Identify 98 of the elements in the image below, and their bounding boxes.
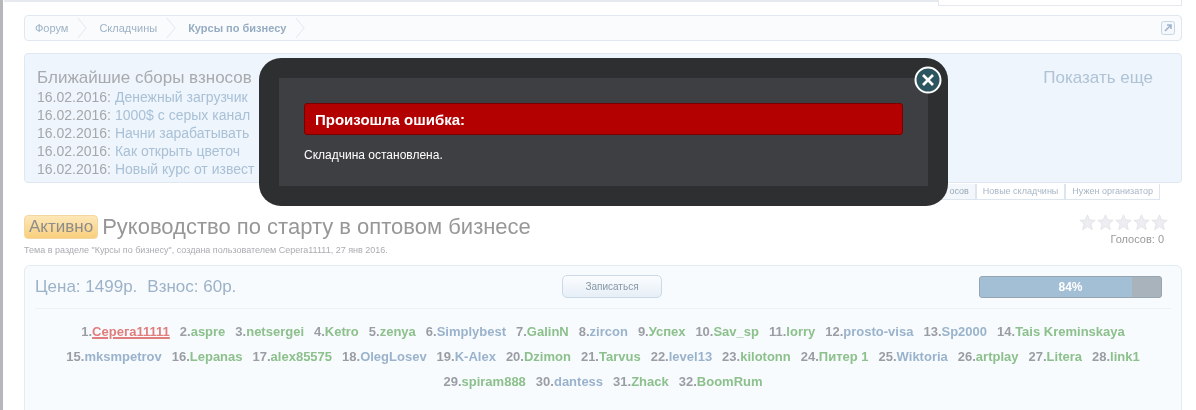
member-link[interactable]: link1: [1110, 349, 1140, 364]
course-link[interactable]: Как открыть цветоч: [114, 143, 241, 159]
member-link[interactable]: aspre: [190, 324, 226, 339]
list-number: 17.: [252, 349, 271, 364]
member-link[interactable]: K-Alex: [454, 349, 496, 364]
list-number: 23.: [722, 349, 741, 364]
list-number: 10.: [695, 324, 714, 339]
list-number: 9.: [637, 324, 649, 339]
course-link[interactable]: 1000$ с серых канал: [114, 107, 251, 123]
member-link[interactable]: netsergei: [246, 324, 304, 339]
list-number: 1.: [81, 324, 93, 339]
member-link[interactable]: level13: [668, 349, 713, 364]
member-link[interactable]: Tarvus: [599, 349, 641, 364]
member-link[interactable]: alex85575: [270, 349, 333, 364]
course-link[interactable]: Начни зарабатывать: [114, 125, 250, 141]
list-number: 2.: [179, 324, 191, 339]
votes-count: Голосов: 0: [1110, 233, 1165, 245]
list-number: 19.: [436, 349, 455, 364]
tab[interactable]: Нужен организатор: [1065, 184, 1160, 200]
list-number: 31.: [613, 374, 632, 389]
list-number: 8.: [578, 324, 590, 339]
list-number: 21.: [580, 349, 599, 364]
member-link[interactable]: Simplybest: [436, 324, 506, 339]
member-link[interactable]: Sp2000: [941, 324, 988, 339]
list-number: 32.: [678, 374, 697, 389]
status-badge: Активно: [24, 215, 99, 239]
list-number: 16.: [171, 349, 190, 364]
star-icon[interactable]: [1151, 214, 1168, 231]
list-number: 25.: [878, 349, 897, 364]
breadcrumb-link[interactable]: Складчины: [99, 22, 167, 34]
course-link[interactable]: Новый курс от извест: [114, 161, 255, 177]
error-heading: Произошла ошибка:: [315, 110, 466, 128]
member-link[interactable]: artplay: [975, 349, 1019, 364]
list-number: 27.: [1028, 349, 1047, 364]
member-link[interactable]: prosto-visa: [843, 324, 914, 339]
member-link[interactable]: Litera: [1046, 349, 1082, 364]
date-text: 16.02.2016:: [37, 89, 111, 105]
member-link[interactable]: OlegLosev: [360, 349, 427, 364]
date-text: 16.02.2016:: [37, 125, 111, 141]
member-link[interactable]: zenya: [379, 324, 416, 339]
list-number: 3.: [235, 324, 247, 339]
thread-title: Руководство по старту в оптовом бизнесе: [102, 214, 531, 240]
expand-icon[interactable]: [1161, 21, 1175, 35]
list-number: 11.: [769, 324, 787, 339]
list-number: 26.: [957, 349, 976, 364]
list-number: 20.: [505, 349, 524, 364]
breadcrumb-link[interactable]: Форум: [35, 22, 78, 34]
fee-text: Взнос: 60р.: [147, 277, 237, 297]
date-text: 16.02.2016:: [37, 143, 111, 159]
panel-heading: Ближайшие сборы взносов: [37, 68, 253, 88]
list-number: 5.: [368, 324, 380, 339]
member-link[interactable]: BoomRum: [696, 374, 763, 389]
list-number: 14.: [997, 324, 1016, 339]
list-number: 18.: [342, 349, 361, 364]
list-number: 4.: [314, 324, 325, 339]
thread-meta: Тема в разделе "Курсы по бизнесу", создана пользователем Серега11111, 27 янв 2016.: [24, 245, 389, 255]
list-number: 29.: [443, 374, 462, 389]
date-text: 16.02.2016:: [37, 107, 111, 123]
member-link[interactable]: Серега11111: [92, 324, 170, 339]
member-link[interactable]: Lepanas: [189, 349, 243, 364]
member-link[interactable]: kilotonn: [740, 349, 791, 364]
close-icon[interactable]: [914, 66, 942, 94]
list-number: 7.: [516, 324, 527, 339]
list-number: 15.: [66, 349, 85, 364]
member-link[interactable]: mksmpetrov: [84, 349, 162, 364]
list-number: 24.: [800, 349, 819, 364]
member-link[interactable]: lorry: [786, 324, 816, 339]
breadcrumb-link[interactable]: Курсы по бизнесу: [188, 22, 296, 34]
member-link[interactable]: spiram888: [461, 374, 526, 389]
member-link[interactable]: Tais Kreminskaya: [1015, 324, 1125, 339]
member-link[interactable]: Dzimon: [523, 349, 571, 364]
price-text: Цена: 1499р.: [35, 277, 138, 297]
course-link[interactable]: Денежный загрузчик: [114, 89, 248, 105]
member-link[interactable]: zircon: [589, 324, 628, 339]
list-number: 6.: [425, 324, 437, 339]
error-message: Складчина остановлена.: [304, 148, 444, 162]
star-icon[interactable]: [1079, 214, 1096, 231]
show-more-link[interactable]: Показать еще: [1043, 68, 1153, 88]
member-link[interactable]: dantess: [553, 374, 604, 389]
list-number: 30.: [535, 374, 554, 389]
member-link[interactable]: Wiktoria: [896, 349, 948, 364]
list-number: 22.: [650, 349, 669, 364]
star-icon[interactable]: [1133, 214, 1150, 231]
star-icon[interactable]: [1097, 214, 1114, 231]
member-link[interactable]: GalinN: [526, 324, 569, 339]
date-text: 16.02.2016:: [37, 161, 111, 177]
list-number: 13.: [923, 324, 942, 339]
member-link[interactable]: Sav_sp: [713, 324, 759, 339]
member-link[interactable]: Успех: [648, 324, 686, 339]
star-icon[interactable]: [1115, 214, 1132, 231]
member-link[interactable]: Ketro: [324, 324, 359, 339]
list-number: 28.: [1092, 349, 1111, 364]
progress-reading: 84%: [1057, 280, 1084, 294]
list-number: 12.: [825, 324, 844, 339]
member-link[interactable]: Питер 1: [818, 349, 869, 364]
tab[interactable]: Новые складчины: [975, 184, 1066, 200]
join-button[interactable]: Записаться: [562, 275, 662, 298]
member-link[interactable]: Zhack: [631, 374, 669, 389]
